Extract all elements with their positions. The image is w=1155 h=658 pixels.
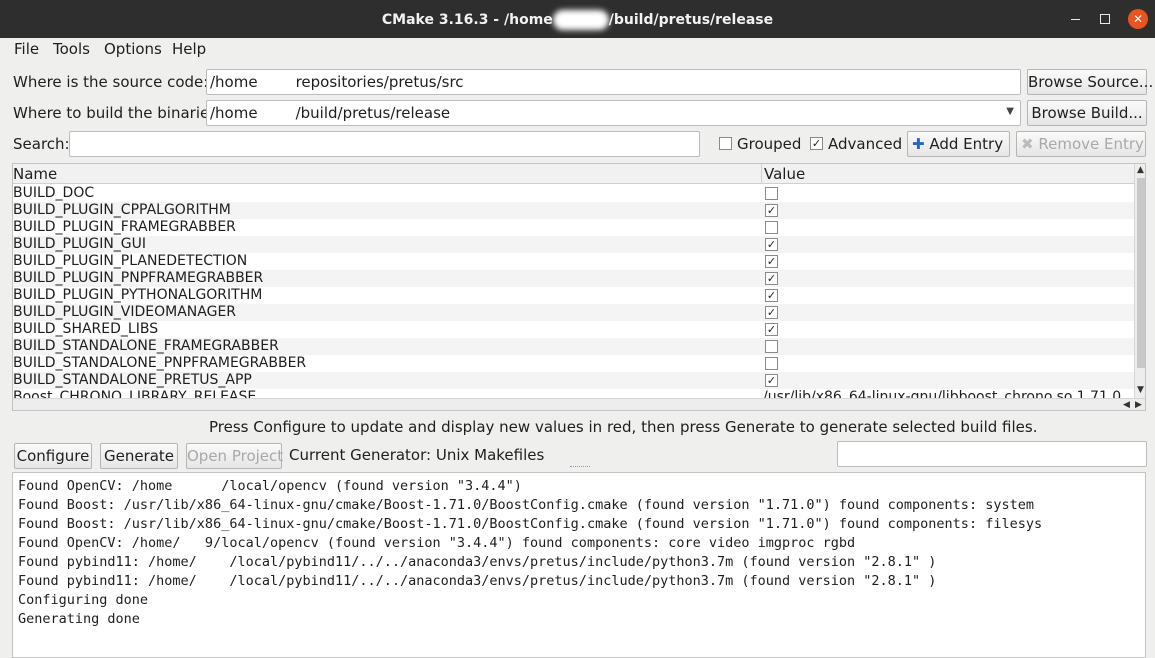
- cache-entry-checkbox[interactable]: [765, 340, 778, 353]
- table-row[interactable]: BUILD_PLUGIN_PLANEDETECTION ✓: [13, 253, 1134, 270]
- column-value-header[interactable]: Value: [764, 165, 805, 183]
- open-project-button[interactable]: Open Project: [186, 443, 283, 469]
- log-line: Generating done: [18, 611, 140, 627]
- cache-entry-name: BUILD_STANDALONE_PRETUS_APP: [13, 372, 252, 388]
- table-row[interactable]: BUILD_PLUGIN_CPPALGORITHM ✓: [13, 202, 1134, 219]
- menu-help[interactable]: Help: [172, 40, 206, 58]
- close-icon[interactable]: ✕: [1128, 9, 1148, 29]
- scrollbar-thumb[interactable]: [1137, 178, 1145, 368]
- table-header: Name Value: [13, 164, 1134, 184]
- configure-hint: Press Configure to update and display ne…: [209, 418, 1038, 436]
- generate-button[interactable]: Generate: [100, 443, 178, 469]
- add-entry-button[interactable]: ✚ Add Entry: [907, 131, 1010, 157]
- log-line: Found Boost: /usr/lib/x86_64-linux-gnu/c…: [18, 497, 1034, 513]
- minimize-icon[interactable]: [1066, 9, 1086, 29]
- table-row[interactable]: BUILD_PLUGIN_PYTHONALGORITHM ✓: [13, 287, 1134, 304]
- menu-bar: File Tools Options Help: [0, 38, 1155, 62]
- source-label: Where is the source code:: [13, 73, 209, 91]
- table-row[interactable]: BUILD_PLUGIN_GUI ✓: [13, 236, 1134, 253]
- maximize-icon[interactable]: [1095, 9, 1115, 29]
- log-line: Found OpenCV: /home/ 9/local/opencv (fou…: [18, 535, 856, 551]
- grouped-checkbox[interactable]: [719, 137, 732, 150]
- cache-entry-checkbox[interactable]: [765, 187, 778, 200]
- menu-file[interactable]: File: [14, 40, 39, 58]
- remove-entry-button[interactable]: ✖ Remove Entry: [1016, 131, 1146, 157]
- browse-build-button[interactable]: Browse Build...: [1027, 100, 1147, 126]
- cache-entry-name: BUILD_PLUGIN_FRAMEGRABBER: [13, 219, 236, 235]
- log-line: Found pybind11: /home/ /local/pybind11/.…: [18, 554, 937, 570]
- cache-entry-checkbox[interactable]: ✓: [765, 272, 778, 285]
- log-line: Configuring done: [18, 592, 149, 608]
- cache-entry-checkbox[interactable]: [765, 357, 778, 370]
- log-line: Found Boost: /usr/lib/x86_64-linux-gnu/c…: [18, 516, 1043, 532]
- menu-tools[interactable]: Tools: [53, 40, 90, 58]
- log-line: Found pybind11: /home/ /local/pybind11/.…: [18, 573, 937, 589]
- table-row[interactable]: BUILD_PLUGIN_VIDEOMANAGER ✓: [13, 304, 1134, 321]
- search-input[interactable]: [69, 131, 700, 157]
- table-row[interactable]: BUILD_DOC: [13, 185, 1134, 202]
- menu-options[interactable]: Options: [104, 40, 162, 58]
- cache-entry-name: BUILD_PLUGIN_PLANEDETECTION: [13, 253, 248, 269]
- build-path-combo[interactable]: /home/build/pretus/release ▼: [206, 100, 1021, 126]
- cache-entry-checkbox[interactable]: ✓: [765, 204, 778, 217]
- table-row[interactable]: BUILD_PLUGIN_FRAMEGRABBER: [13, 219, 1134, 236]
- dropdown-arrow-icon[interactable]: ▼: [1006, 106, 1014, 117]
- vertical-scrollbar[interactable]: ▲ ▼: [1134, 164, 1145, 398]
- cache-entry-checkbox[interactable]: ✓: [765, 255, 778, 268]
- output-log: Found OpenCV: /home /local/opencv (found…: [12, 472, 1146, 658]
- window-title: CMake 3.16.3 - /home/build/pretus/releas…: [381, 10, 774, 30]
- cache-entry-name: BUILD_STANDALONE_FRAMEGRABBER: [13, 338, 279, 354]
- cache-entry-name: BUILD_PLUGIN_VIDEOMANAGER: [13, 304, 237, 320]
- cache-entry-name: BUILD_STANDALONE_PNPFRAMEGRABBER: [13, 355, 307, 371]
- cache-entry-name: BUILD_SHARED_LIBS: [13, 321, 159, 337]
- table-row[interactable]: BUILD_STANDALONE_FRAMEGRABBER: [13, 338, 1134, 355]
- redacted-text: [552, 10, 609, 30]
- table-row[interactable]: BUILD_PLUGIN_PNPFRAMEGRABBER ✓: [13, 270, 1134, 287]
- cache-entry-name: BUILD_DOC: [13, 185, 95, 201]
- plus-icon: ✚: [912, 135, 925, 153]
- cache-entry-checkbox[interactable]: [765, 221, 778, 234]
- horizontal-scrollbar[interactable]: ◀ ▶: [13, 398, 1145, 410]
- cache-entry-checkbox[interactable]: ✓: [765, 289, 778, 302]
- column-name-header[interactable]: Name: [13, 165, 57, 183]
- filter-input[interactable]: [837, 441, 1147, 467]
- scroll-up-icon[interactable]: ▲: [1137, 165, 1144, 175]
- scroll-left-icon[interactable]: ◀: [1123, 400, 1130, 410]
- cache-entry-name: BUILD_PLUGIN_PYTHONALGORITHM: [13, 287, 263, 303]
- cache-table: Name Value BUILD_DOC BUILD_PLUGIN_CPPALGO…: [12, 163, 1146, 411]
- configure-button[interactable]: Configure: [14, 443, 92, 469]
- log-line: Found OpenCV: /home /local/opencv (found…: [18, 478, 522, 494]
- advanced-checkbox[interactable]: ✓: [810, 137, 823, 150]
- scroll-right-icon[interactable]: ▶: [1135, 400, 1142, 410]
- cache-entry-checkbox[interactable]: ✓: [765, 238, 778, 251]
- source-path-input[interactable]: /home repositories/pretus/src: [206, 69, 1021, 95]
- scroll-down-icon[interactable]: ▼: [1137, 385, 1144, 395]
- advanced-label: Advanced: [828, 135, 903, 153]
- cache-entry-checkbox[interactable]: ✓: [765, 374, 778, 387]
- table-row[interactable]: BUILD_STANDALONE_PNPFRAMEGRABBER: [13, 355, 1134, 372]
- remove-icon: ✖: [1021, 135, 1034, 153]
- splitter-handle[interactable]: [570, 466, 590, 468]
- redacted-text: [257, 75, 296, 90]
- cache-entry-checkbox[interactable]: ✓: [765, 306, 778, 319]
- cache-entry-name: BUILD_PLUGIN_GUI: [13, 236, 147, 252]
- search-label: Search:: [13, 135, 70, 153]
- table-row[interactable]: BUILD_SHARED_LIBS ✓: [13, 321, 1134, 338]
- browse-source-button[interactable]: Browse Source...: [1027, 69, 1153, 95]
- current-generator-label: Current Generator: Unix Makefiles: [289, 446, 545, 464]
- cache-entry-checkbox[interactable]: ✓: [765, 323, 778, 336]
- cache-entry-name: BUILD_PLUGIN_PNPFRAMEGRABBER: [13, 270, 264, 286]
- title-bar: CMake 3.16.3 - /home/build/pretus/releas…: [0, 0, 1155, 38]
- build-label: Where to build the binaries:: [13, 104, 223, 122]
- table-row[interactable]: BUILD_STANDALONE_PRETUS_APP ✓: [13, 372, 1134, 389]
- cache-entry-name: BUILD_PLUGIN_CPPALGORITHM: [13, 202, 231, 218]
- redacted-text: [257, 106, 296, 121]
- column-divider: [761, 164, 762, 184]
- grouped-label: Grouped: [737, 135, 802, 153]
